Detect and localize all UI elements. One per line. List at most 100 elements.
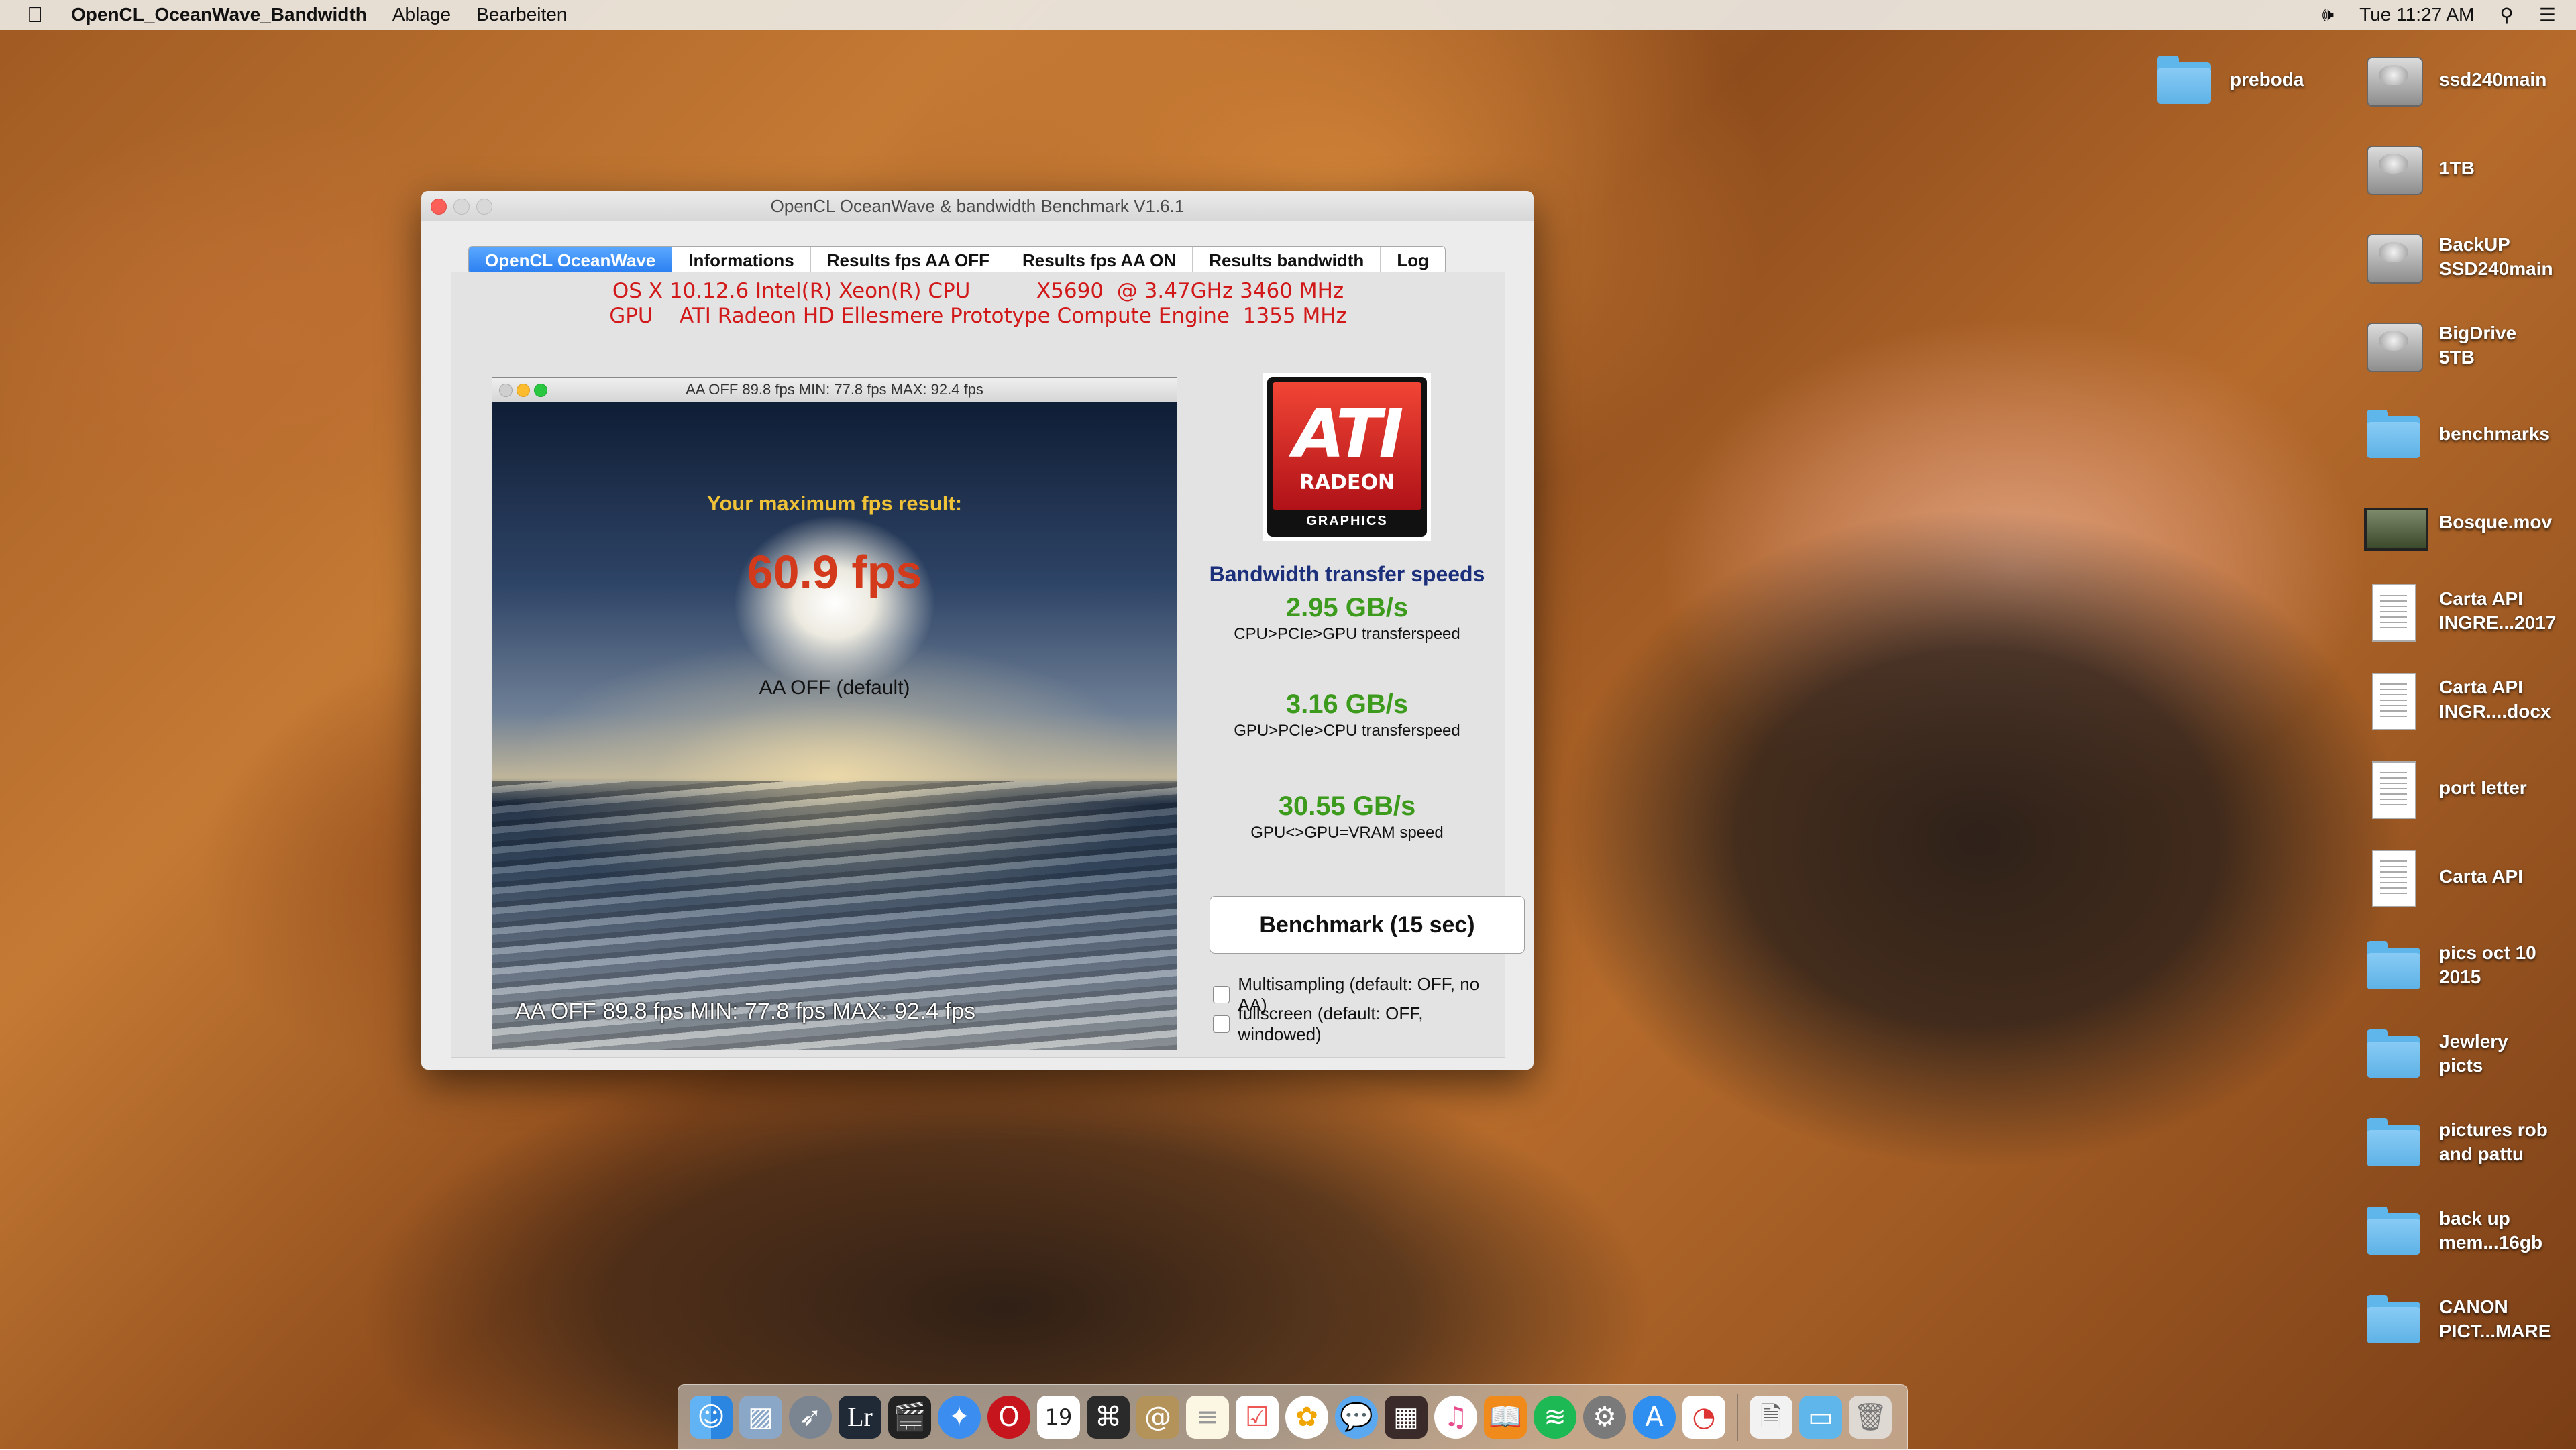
tab-results-fps-aa-on[interactable]: Results fps AA ON bbox=[1006, 247, 1193, 274]
desktop-icon-bigdrive[interactable]: BigDrive 5TB bbox=[2363, 309, 2576, 382]
max-fps-label: Your maximum fps result: bbox=[706, 492, 963, 515]
desktop-icon-bosque-mov[interactable]: Bosque.mov bbox=[2363, 486, 2576, 559]
dock-photos-icon[interactable]: ✿ bbox=[1285, 1396, 1328, 1439]
dock-calendar-icon[interactable]: 19 bbox=[1037, 1396, 1080, 1439]
dock-system-preferences-icon[interactable]: ⚙ bbox=[1583, 1396, 1626, 1439]
dock-opera-icon[interactable]: O bbox=[987, 1396, 1030, 1439]
menu-bearbeiten[interactable]: Bearbeiten bbox=[476, 4, 567, 25]
folder-icon bbox=[2363, 1200, 2424, 1262]
dock-lightroom-icon[interactable]: Lr bbox=[839, 1396, 881, 1439]
folder-icon bbox=[2363, 1023, 2424, 1084]
dock-spotify-icon[interactable]: ≋ bbox=[1534, 1396, 1576, 1439]
desktop-icon-port-letter[interactable]: port letter bbox=[2363, 751, 2576, 825]
dock-reminders-icon[interactable]: ☑ bbox=[1236, 1396, 1279, 1439]
bandwidth-vram-value: 30.55 GB/s bbox=[1278, 791, 1416, 821]
bandwidth-cpu-to-gpu-desc: CPU>PCIe>GPU transferspeed bbox=[1234, 625, 1460, 643]
dock-trash-icon[interactable]: 🗑 bbox=[1849, 1396, 1892, 1439]
tab-opencl-oceanwave[interactable]: OpenCL OceanWave bbox=[469, 247, 673, 274]
dock-preview-icon[interactable]: ▨ bbox=[739, 1396, 782, 1439]
render-window: AA OFF 89.8 fps MIN: 77.8 fps MAX: 92.4 … bbox=[492, 377, 1177, 1050]
apple-icon[interactable]:  bbox=[27, 3, 56, 27]
desktop-icon-label: Jewlery picts bbox=[2439, 1031, 2508, 1076]
dock-opencl-icon[interactable]: ◔ bbox=[1682, 1396, 1725, 1439]
gpu-info: GPU ATI Radeon HD Ellesmere Prototype Co… bbox=[609, 304, 1347, 328]
desktop-icon-carta-api[interactable]: Carta API bbox=[2363, 840, 2576, 913]
max-fps-value: 60.9 fps bbox=[747, 546, 922, 598]
checkbox-box[interactable] bbox=[1213, 1015, 1230, 1033]
menu-bar:  OpenCL_OceanWave_Bandwidth Ablage Bear… bbox=[0, 0, 2576, 30]
folder-icon bbox=[2363, 403, 2424, 465]
menu-clock[interactable]: Tue 11:27 AM bbox=[2359, 4, 2474, 25]
volume-icon[interactable]: 🕪 bbox=[2322, 4, 2334, 26]
dock: ☺ ▨ ➶ Lr 🎬 ✦ O 19 ⌘ @ ≡ ☑ ✿ 💬 ▦ ♫ 📖 ≋ ⚙ … bbox=[678, 1384, 1908, 1450]
dock-documents-icon[interactable]: 🗎 bbox=[1750, 1396, 1792, 1439]
folder-icon bbox=[2363, 1288, 2424, 1350]
desktop-icon-label: pictures rob and pattu bbox=[2439, 1119, 2548, 1164]
desktop-icon-backup-ssd240main[interactable]: BackUP SSD240main bbox=[2363, 220, 2576, 294]
fps-overlay-text: AA OFF 89.8 fps MIN: 77.8 fps MAX: 92.4 … bbox=[515, 999, 975, 1024]
menu-ablage[interactable]: Ablage bbox=[392, 4, 451, 25]
fullscreen-checkbox[interactable]: fullscreen (default: OFF, windowed) bbox=[1213, 1003, 1505, 1045]
desktop-icon-jewlery-picts[interactable]: Jewlery picts bbox=[2363, 1017, 2576, 1091]
desktop-icon-carta-api-2017[interactable]: Carta API INGRE...2017 bbox=[2363, 574, 2576, 648]
dock-itunes-icon[interactable]: ♫ bbox=[1434, 1396, 1477, 1439]
dock-notes-icon[interactable]: ≡ bbox=[1186, 1396, 1229, 1439]
dock-messages-icon[interactable]: 💬 bbox=[1335, 1396, 1378, 1439]
spotlight-search-icon[interactable]: ⚲ bbox=[2500, 4, 2514, 26]
desktop-icon-carta-api-docx[interactable]: Carta API INGR....docx bbox=[2363, 663, 2576, 736]
bandwidth-gpu-to-cpu-value: 3.16 GB/s bbox=[1285, 689, 1409, 719]
dock-final-cut-icon[interactable]: 🎬 bbox=[888, 1396, 931, 1439]
desktop-icon-benchmarks[interactable]: benchmarks bbox=[2363, 397, 2576, 471]
desktop-icon-pictures-rob[interactable]: pictures rob and pattu bbox=[2363, 1105, 2576, 1179]
tab-log[interactable]: Log bbox=[1381, 247, 1445, 274]
window-title: OpenCL OceanWave & bandwidth Benchmark V… bbox=[770, 196, 1185, 216]
render-window-titlebar[interactable]: AA OFF 89.8 fps MIN: 77.8 fps MAX: 92.4 … bbox=[492, 378, 1177, 402]
desktop-icon-1tb[interactable]: 1TB bbox=[2363, 131, 2576, 205]
hard-drive-icon bbox=[2363, 315, 2424, 376]
desktop-icon-label: Bosque.mov bbox=[2439, 512, 2553, 533]
logo-line3: GRAPHICS bbox=[1306, 514, 1388, 528]
dock-photo-booth-icon[interactable]: ⌘ bbox=[1087, 1396, 1130, 1439]
hard-drive-icon bbox=[2363, 226, 2424, 288]
dock-launchpad-icon[interactable]: ➶ bbox=[789, 1396, 832, 1439]
desktop-icon-label: benchmarks bbox=[2439, 423, 2550, 444]
desktop-icon-label: Carta API bbox=[2439, 866, 2524, 887]
desktop-icon-back-up-mem[interactable]: back up mem...16gb bbox=[2363, 1194, 2576, 1268]
benchmark-window: OpenCL OceanWave & bandwidth Benchmark V… bbox=[421, 191, 1534, 1070]
document-icon bbox=[2363, 580, 2424, 642]
benchmark-button[interactable]: Benchmark (15 sec) bbox=[1210, 896, 1525, 954]
dock-safari-icon[interactable]: ✦ bbox=[938, 1396, 981, 1439]
hard-drive-icon bbox=[2363, 137, 2424, 199]
checkbox-box[interactable] bbox=[1213, 986, 1230, 1003]
dock-slideshow-icon[interactable]: ▦ bbox=[1385, 1396, 1428, 1439]
dock-ibooks-icon[interactable]: 📖 bbox=[1484, 1396, 1527, 1439]
desktop-icon-label: BigDrive 5TB bbox=[2439, 323, 2517, 368]
cpu-info: OS X 10.12.6 Intel(R) Xeon(R) CPU X5690 … bbox=[612, 279, 1344, 303]
tab-informations[interactable]: Informations bbox=[672, 247, 811, 274]
tab-results-fps-aa-off[interactable]: Results fps AA OFF bbox=[811, 247, 1006, 274]
dock-contacts-icon[interactable]: @ bbox=[1136, 1396, 1179, 1439]
bandwidth-vram-desc: GPU<>GPU=VRAM speed bbox=[1250, 824, 1444, 842]
desktop-icon-pics-oct-10[interactable]: pics oct 10 2015 bbox=[2363, 928, 2576, 1002]
window-titlebar[interactable]: OpenCL OceanWave & bandwidth Benchmark V… bbox=[421, 191, 1534, 221]
system-info: OS X 10.12.6 Intel(R) Xeon(R) CPU X5690 … bbox=[451, 279, 1505, 329]
dock-downloads-icon[interactable]: ▭ bbox=[1799, 1396, 1842, 1439]
desktop-icon-label: Carta API INGRE...2017 bbox=[2439, 588, 2557, 633]
desktop-icon-ssd240main[interactable]: ssd240main bbox=[2363, 43, 2576, 117]
desktop-icon-label: preboda bbox=[2230, 69, 2304, 90]
tab-results-bandwidth[interactable]: Results bandwidth bbox=[1193, 247, 1381, 274]
notification-center-icon[interactable]: ☰ bbox=[2539, 4, 2556, 26]
document-icon bbox=[2363, 757, 2424, 819]
tab-bar: OpenCL OceanWave Informations Results fp… bbox=[468, 246, 1446, 274]
desktop-icon-label: pics oct 10 2015 bbox=[2439, 942, 2536, 987]
desktop-icon-canon-pict[interactable]: CANON PICT...MARE bbox=[2363, 1282, 2576, 1356]
desktop-icon-preboda[interactable]: preboda bbox=[2153, 43, 2375, 117]
bandwidth-title: Bandwidth transfer speeds bbox=[1209, 562, 1485, 586]
dock-app-store-icon[interactable]: A bbox=[1633, 1396, 1676, 1439]
desktop-icon-label: port letter bbox=[2439, 777, 2527, 798]
dock-finder-icon[interactable]: ☺ bbox=[690, 1396, 733, 1439]
menu-app-name[interactable]: OpenCL_OceanWave_Bandwidth bbox=[71, 4, 367, 25]
desktop-icon-label: ssd240main bbox=[2439, 69, 2547, 90]
logo-line2: RADEON bbox=[1299, 471, 1395, 494]
docx-icon bbox=[2363, 669, 2424, 730]
